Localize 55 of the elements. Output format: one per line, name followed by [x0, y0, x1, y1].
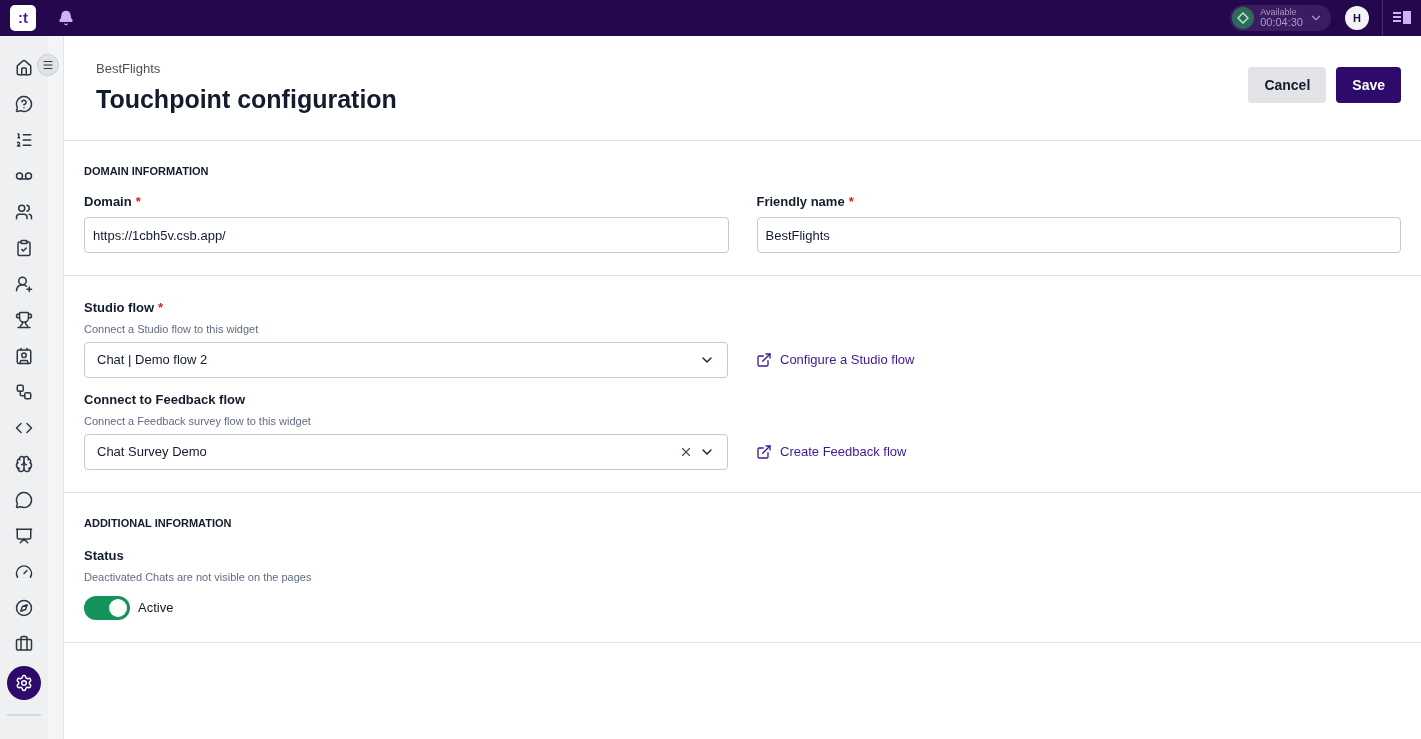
status-selector[interactable]: Available 00:04:30 — [1230, 5, 1331, 31]
select-value: Chat | Demo flow 2 — [97, 351, 209, 370]
list-icon — [15, 131, 33, 149]
select-field[interactable]: Chat Survey Demo — [84, 434, 728, 470]
trophy-icon — [15, 311, 33, 329]
required-asterisk: * — [848, 192, 854, 211]
panel-layout-icon[interactable] — [1393, 11, 1411, 25]
gauge-icon — [15, 563, 33, 581]
external-link[interactable]: Configure a Studio flow — [756, 350, 915, 370]
field-label: Domain — [84, 192, 132, 211]
presenter-icon — [15, 527, 33, 545]
collapse-menu-button[interactable] — [37, 54, 59, 76]
status-timer: 00:04:30 — [1260, 17, 1303, 28]
app-logo[interactable]: :t — [10, 5, 36, 31]
input-field[interactable]: https://1cbh5v.csb.app/ — [84, 217, 729, 253]
field-label: Studio flow — [84, 299, 155, 317]
bell-icon[interactable] — [58, 10, 74, 26]
briefcase-icon — [15, 635, 33, 653]
section-heading: DOMAIN INFORMATION — [84, 164, 210, 179]
external-link[interactable]: Create Feedback flow — [756, 442, 907, 462]
external-link-icon — [756, 444, 772, 460]
cancel-button[interactable]: Cancel — [1248, 67, 1327, 103]
required-asterisk: * — [135, 192, 141, 211]
people-icon — [15, 203, 33, 221]
section-heading: ADDITIONAL INFORMATION — [84, 516, 233, 531]
sidebar-item[interactable] — [7, 666, 41, 700]
settings-icon — [15, 674, 33, 692]
home-icon — [15, 59, 33, 77]
page-title: Touchpoint configuration — [96, 83, 397, 115]
flow-icon — [15, 383, 33, 401]
field-hint: Deactivated Chats are not visible on the pages — [84, 570, 313, 585]
speech-bubble-icon — [15, 491, 33, 509]
select-field[interactable]: Chat | Demo flow 2 — [84, 342, 728, 378]
contact-book-icon — [15, 347, 33, 365]
field-label: Status — [84, 546, 125, 565]
field-hint: Connect a Feedback survey flow to this widget — [84, 413, 312, 429]
toggle-switch[interactable] — [84, 595, 130, 620]
clear-icon[interactable] — [679, 445, 693, 459]
menu-icon — [42, 59, 54, 71]
breadcrumb[interactable]: BestFlights — [96, 59, 397, 79]
diamond-icon — [1237, 12, 1250, 24]
required-asterisk: * — [158, 299, 164, 317]
brain-icon — [15, 455, 33, 473]
toggle-label: Active — [138, 598, 174, 617]
user-avatar[interactable]: H — [1345, 6, 1369, 30]
compass-icon — [15, 599, 33, 617]
field-label: Friendly name — [756, 192, 845, 211]
external-link-icon — [756, 352, 772, 368]
select-value: Chat Survey Demo — [97, 443, 208, 462]
field-hint: Connect a Studio flow to this widget — [84, 321, 260, 337]
input-field[interactable]: BestFlights — [756, 217, 1401, 253]
field-label: Connect to Feedback flow — [84, 391, 246, 409]
clipboard-check-icon — [15, 239, 33, 257]
status-label: Available — [1260, 8, 1298, 17]
save-button[interactable]: Save — [1336, 67, 1401, 103]
